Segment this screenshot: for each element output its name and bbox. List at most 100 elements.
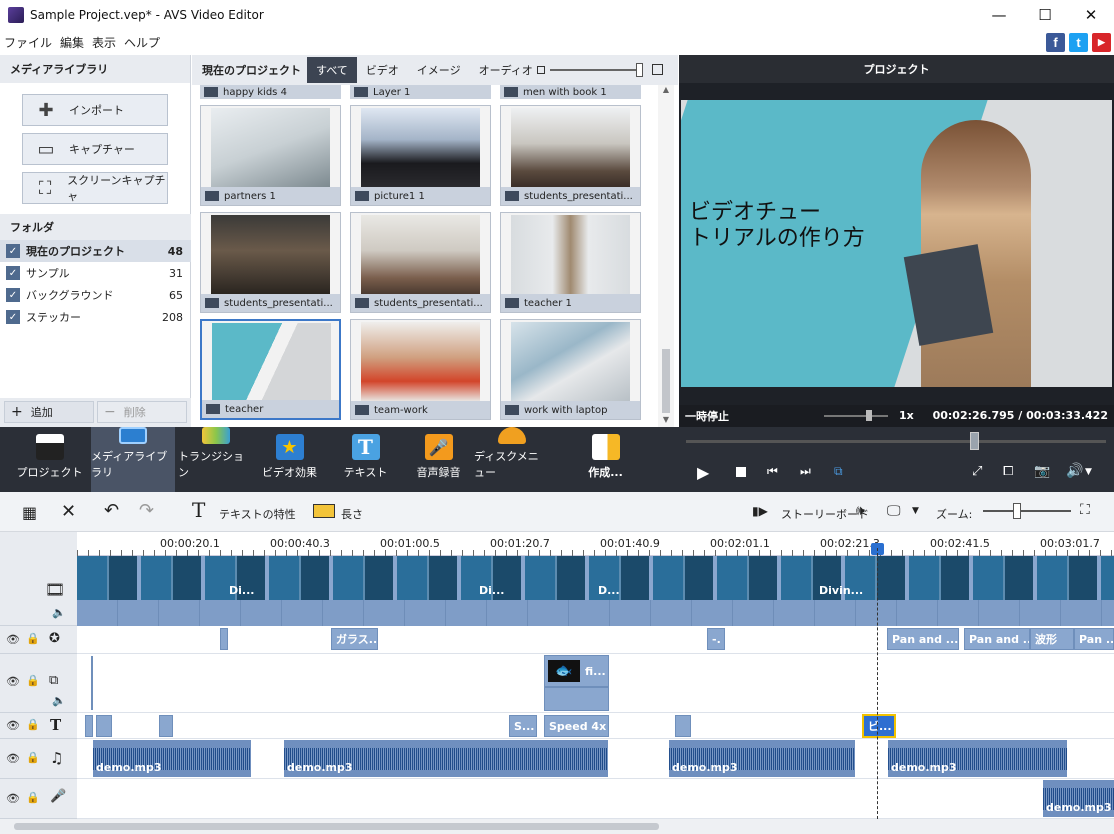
overlay-audio-clip[interactable] <box>544 687 609 711</box>
timeline-scroll-thumb[interactable] <box>14 823 659 830</box>
effects-track[interactable]: ガラス... -. Pan and ... Pan and ... 波形 Pan… <box>77 626 1114 654</box>
lock-icon[interactable]: 🔒 <box>26 718 40 731</box>
scroll-down-icon[interactable]: ▼ <box>659 415 673 427</box>
library-item[interactable]: partners 1 <box>200 105 341 206</box>
zoom-slider-handle[interactable] <box>1013 503 1021 519</box>
large-thumb-icon[interactable] <box>652 64 663 75</box>
eye-icon[interactable]: 👁 <box>6 675 20 688</box>
seek-bar[interactable] <box>686 440 1106 443</box>
tab-audio[interactable]: オーディオ <box>470 57 542 83</box>
tab-all[interactable]: すべて <box>307 57 357 83</box>
tab-image[interactable]: イメージ <box>408 57 470 83</box>
close-button[interactable]: ✕ <box>1068 0 1114 30</box>
timeline-scrollbar[interactable] <box>0 819 1114 834</box>
project-button[interactable]: プロジェクト <box>12 427 87 492</box>
duration-button[interactable]: 長さ <box>341 506 363 522</box>
disc-menu-button[interactable]: ディスクメニュー <box>474 427 549 492</box>
thumb-size-handle[interactable] <box>636 63 643 77</box>
zoom-slider[interactable] <box>983 510 1071 512</box>
audio-clip[interactable]: demo.mp3 <box>669 740 855 777</box>
mute-icon[interactable]: 🔈 <box>52 606 66 619</box>
library-item-caption[interactable]: Layer 1 <box>350 85 491 99</box>
thumb-size-slider[interactable] <box>550 69 642 71</box>
external-window-icon[interactable]: ⧠ <box>1003 464 1013 479</box>
storyboard-icon[interactable]: ▮▶ <box>752 504 768 518</box>
text-button[interactable]: T テキスト <box>328 427 403 492</box>
speed-slider-handle[interactable] <box>866 410 872 421</box>
text-clip[interactable] <box>96 715 112 737</box>
text-track[interactable]: S... Speed 4x ビ... <box>77 713 1114 739</box>
library-item[interactable]: picture1 1 <box>350 105 491 206</box>
eye-icon[interactable]: 👁 <box>6 633 20 646</box>
screen-capture-button[interactable]: ⛶ スクリーンキャプチャ <box>22 172 168 204</box>
library-item[interactable]: students_presentati... <box>200 212 341 313</box>
volume-dropdown-icon[interactable]: ▼ <box>1085 467 1092 477</box>
lock-icon[interactable]: 🔒 <box>26 674 40 687</box>
twitter-icon[interactable]: t <box>1069 33 1088 52</box>
delete-icon[interactable]: ✕ <box>61 501 76 522</box>
volume-icon[interactable]: 🔊 <box>1066 463 1083 479</box>
text-clip[interactable]: Speed 4x <box>544 715 609 737</box>
monitor-dropdown-icon[interactable]: ▼ <box>912 506 919 516</box>
video-audio-lane[interactable] <box>77 600 1114 626</box>
fullscreen-icon[interactable]: ⤢ <box>972 464 982 479</box>
overlay-track[interactable]: fi... 🐟 <box>77 654 1114 713</box>
library-scrollbar[interactable]: ▲ ▼ <box>658 85 674 427</box>
library-item[interactable]: team-work <box>350 319 491 420</box>
folder-background[interactable]: ✓ バックグラウンド 65 <box>0 284 191 306</box>
library-item-selected[interactable]: teacher <box>200 319 341 420</box>
menu-help[interactable]: ヘルプ <box>124 34 160 51</box>
effect-clip[interactable]: 波形 <box>1030 628 1074 650</box>
undo-icon[interactable]: ↶ <box>104 500 119 521</box>
facebook-icon[interactable]: f <box>1046 33 1065 52</box>
play-icon[interactable]: ▶ <box>697 463 709 482</box>
produce-button[interactable]: 作成... <box>568 427 643 492</box>
small-thumb-icon[interactable] <box>537 66 545 74</box>
library-item[interactable]: students_presentati... <box>500 105 641 206</box>
text-clip-selected[interactable]: ビ... <box>862 714 896 738</box>
speed-slider[interactable] <box>824 415 888 417</box>
effect-clip[interactable]: Pan ... <box>1074 628 1114 650</box>
audio-clip[interactable]: demo.mp3 <box>93 740 251 777</box>
monitor-icon[interactable]: 🖵 <box>887 503 901 519</box>
lock-icon[interactable]: 🔒 <box>26 632 40 645</box>
video-track[interactable]: Di... Di... D... Divin... <box>77 556 1114 626</box>
audio-clip[interactable]: demo.mp3 <box>888 740 1067 777</box>
scroll-up-icon[interactable]: ▲ <box>659 85 673 97</box>
text-clip[interactable] <box>159 715 173 737</box>
import-button[interactable]: ✚ インポート <box>22 94 168 126</box>
audio-mixer-icon[interactable]: 🕪 <box>856 503 865 519</box>
menu-edit[interactable]: 編集 <box>60 34 84 51</box>
text-clip[interactable] <box>675 715 691 737</box>
library-item[interactable]: work with laptop <box>500 319 641 420</box>
text-clip[interactable]: S... <box>509 715 537 737</box>
library-item-caption[interactable]: happy kids 4 <box>200 85 341 99</box>
seek-handle[interactable] <box>970 432 979 450</box>
audio-clip[interactable]: demo.mp3 <box>284 740 608 777</box>
redo-icon[interactable]: ↷ <box>139 500 154 521</box>
menu-file[interactable]: ファイル <box>4 34 52 51</box>
library-item[interactable]: teacher 1 <box>500 212 641 313</box>
split-icon[interactable]: ⧉ <box>834 464 843 479</box>
text-properties-icon[interactable]: T <box>192 498 205 522</box>
next-frame-icon[interactable]: ⏭ <box>800 464 811 479</box>
snapshot-icon[interactable]: 📷 <box>1034 464 1050 479</box>
effect-clip[interactable]: Pan and ... <box>964 628 1030 650</box>
video-effects-button[interactable]: ★ ビデオ効果 <box>252 427 327 492</box>
preview-canvas[interactable]: ビデオチュー トリアルの作り方 <box>681 100 1112 387</box>
media-library-button[interactable]: メディアライブラリ <box>91 427 175 492</box>
eye-icon[interactable]: 👁 <box>6 752 20 765</box>
timeline-ruler[interactable]: 00:00:20.1 00:00:40.3 00:01:00.5 00:01:2… <box>0 532 1114 556</box>
transitions-button[interactable]: トランジション <box>178 427 253 492</box>
music-track[interactable]: demo.mp3 demo.mp3 demo.mp3 demo.mp3 <box>77 739 1114 779</box>
effect-clip[interactable]: ガラス... <box>331 628 378 650</box>
capture-button[interactable]: ▭ キャプチャー <box>22 133 168 165</box>
maximize-button[interactable]: ☐ <box>1022 0 1068 30</box>
storyboard-toggle-icon[interactable]: ▦ <box>22 503 37 522</box>
fit-timeline-icon[interactable]: ⛶ <box>1080 502 1090 518</box>
library-scroll-thumb[interactable] <box>662 349 670 413</box>
previous-frame-icon[interactable]: ⏮ <box>767 464 778 479</box>
youtube-icon[interactable]: ▶ <box>1092 33 1111 52</box>
library-item[interactable]: students_presentati... <box>350 212 491 313</box>
mute-icon[interactable]: 🔈 <box>52 694 66 707</box>
